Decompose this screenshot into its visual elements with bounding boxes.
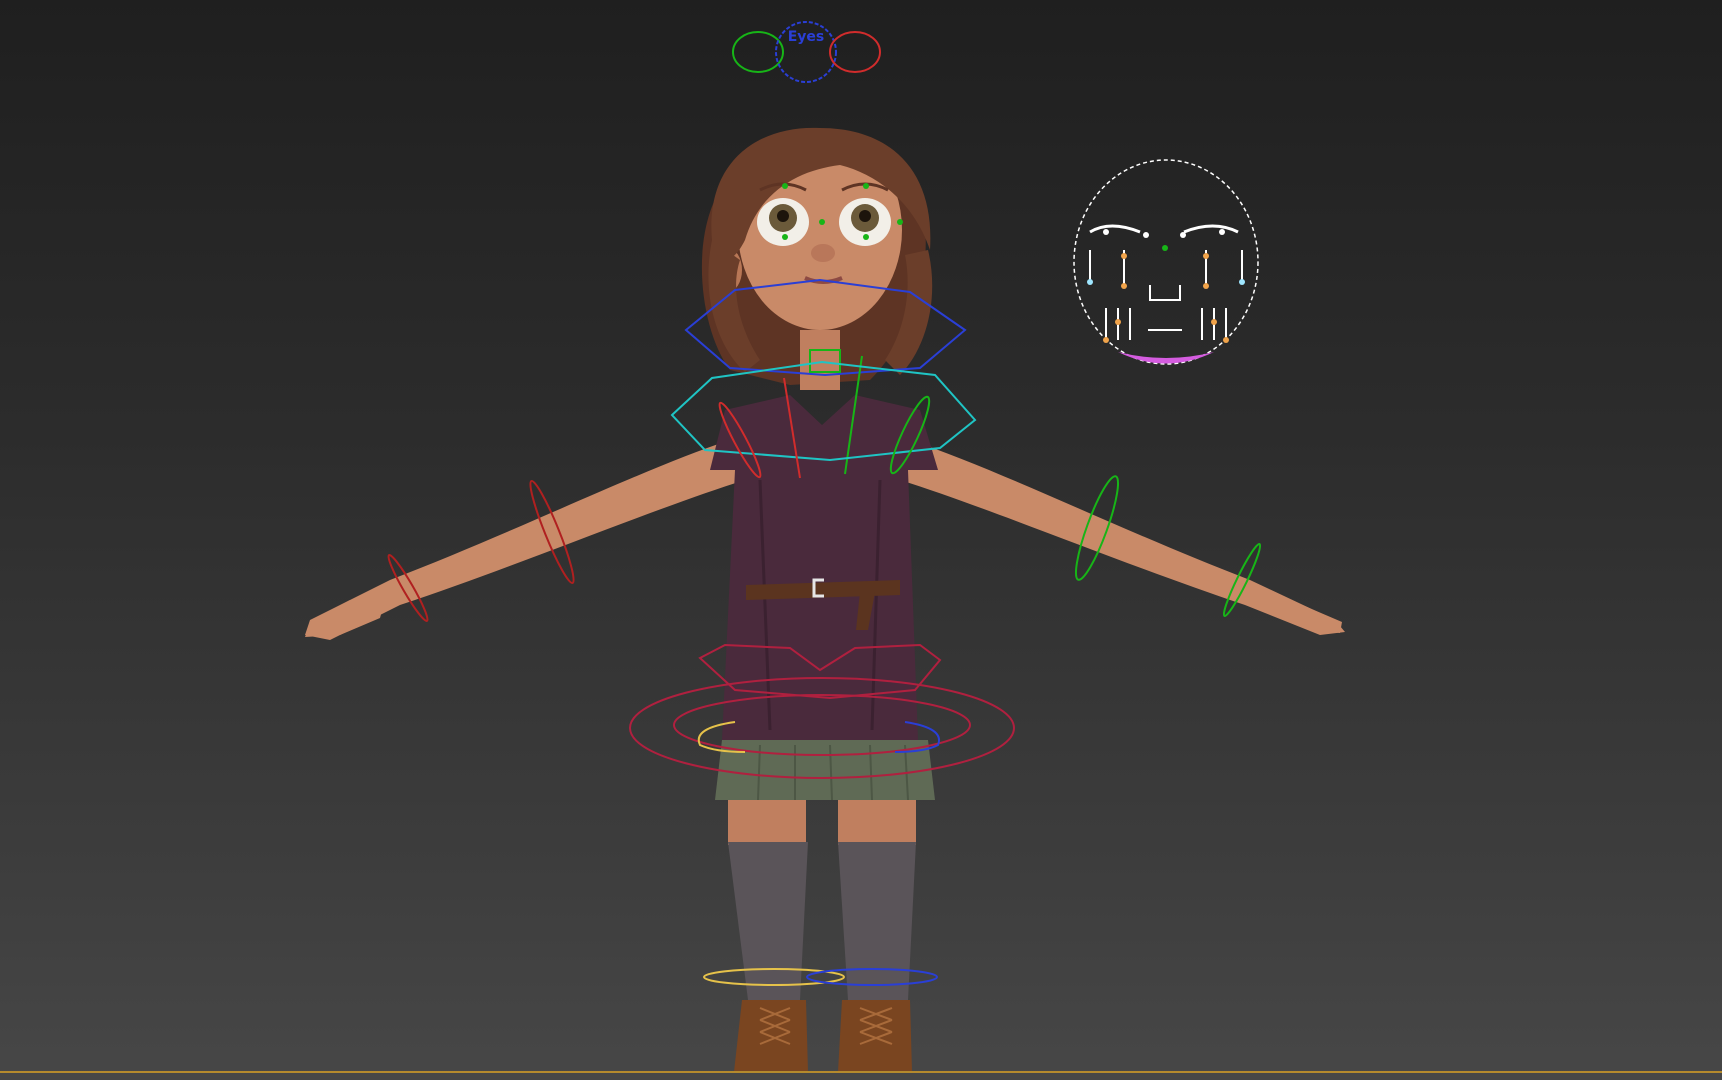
face-control-panel[interactable] [1073,159,1259,365]
skirt [715,740,935,800]
grid-ground-line [0,1071,1722,1073]
eyes-control[interactable]: Eyes [732,21,881,83]
face-knob[interactable] [1143,232,1149,238]
face-knob[interactable] [1121,253,1127,259]
face-knob[interactable] [1219,229,1225,235]
face-panel-knobs[interactable] [1087,229,1245,343]
face-marker[interactable] [819,219,825,225]
viewport-scene[interactable]: Eyes [0,0,1722,1080]
face-marker[interactable] [863,234,869,240]
face-panel-brow-left[interactable] [1089,224,1141,234]
neck [800,330,840,390]
face-marker[interactable] [782,234,788,240]
eyes-control-right-loop[interactable] [829,31,881,73]
eyes-control-label: Eyes [788,29,825,45]
face-knob[interactable] [1203,283,1209,289]
face-knob[interactable] [1203,253,1209,259]
face-knob[interactable] [1087,279,1093,285]
face-knob[interactable] [1180,232,1186,238]
face-knob[interactable] [1103,337,1109,343]
face-knob[interactable] [1239,279,1245,285]
right-hand [1262,588,1342,633]
face-knob[interactable] [1121,283,1127,289]
face-knob[interactable] [1223,337,1229,343]
eyes-control-left-loop[interactable] [732,31,784,73]
face-panel-mouth[interactable] [1118,352,1214,364]
left-stocking [728,842,808,1000]
left-pupil [777,210,789,222]
face-knob[interactable] [1162,245,1168,251]
face-panel-sliders[interactable] [1089,250,1243,340]
face-panel-outline[interactable] [1073,159,1259,365]
face-marker[interactable] [782,183,788,189]
face-knob[interactable] [1211,319,1217,325]
shirt [710,395,938,740]
face-knob[interactable] [1103,229,1109,235]
face-knob[interactable] [1115,319,1121,325]
3d-viewport[interactable]: Eyes [0,0,1722,1080]
face-marker[interactable] [897,219,903,225]
face-panel-brow-right[interactable] [1183,224,1239,234]
face-slider-jaw[interactable] [1149,285,1181,301]
character-mesh[interactable] [305,127,1345,1072]
nose [811,244,835,262]
left-hand [305,600,385,637]
right-pupil [859,210,871,222]
right-boot [838,1000,912,1072]
right-stocking [838,842,916,1000]
face-marker[interactable] [863,183,869,189]
